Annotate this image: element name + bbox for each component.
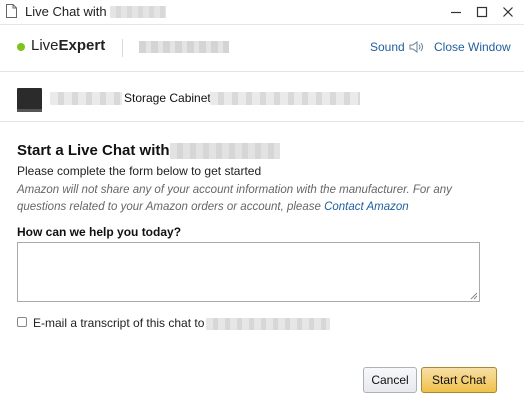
form-heading: Start a Live Chat with bbox=[17, 142, 170, 159]
close-icon bbox=[503, 7, 513, 17]
privacy-disclaimer: Amazon will not share any of your accoun… bbox=[17, 182, 497, 216]
question-label: How can we help you today? bbox=[17, 225, 182, 239]
brand-logo: LiveExpert bbox=[31, 37, 105, 54]
close-window-link[interactable]: Close Window bbox=[434, 40, 511, 54]
window-title: Live Chat with bbox=[25, 4, 107, 19]
close-button[interactable] bbox=[498, 2, 518, 22]
resize-grip-icon[interactable] bbox=[470, 292, 478, 300]
product-thumbnail bbox=[17, 88, 42, 112]
maximize-button[interactable] bbox=[472, 2, 492, 22]
form-subheading: Please complete the form below to get st… bbox=[17, 164, 262, 178]
redacted-product-prefix bbox=[50, 92, 122, 105]
maximize-icon bbox=[476, 6, 488, 18]
brand-bold: Expert bbox=[58, 37, 106, 54]
redacted-expert-label bbox=[139, 41, 229, 53]
redacted-product-suffix bbox=[210, 92, 360, 105]
speaker-icon[interactable] bbox=[409, 40, 425, 54]
product-name: Storage Cabinet bbox=[124, 91, 211, 105]
header-bar: LiveExpert Sound Close Window bbox=[0, 25, 524, 72]
redacted-heading-name bbox=[170, 143, 280, 159]
status-dot-icon bbox=[17, 43, 25, 51]
email-transcript-label: E-mail a transcript of this chat to bbox=[33, 316, 205, 330]
contact-amazon-link[interactable]: Contact Amazon bbox=[324, 201, 409, 213]
brand-light: Live bbox=[31, 37, 59, 54]
redacted-email bbox=[206, 318, 330, 330]
redacted-expert-name bbox=[110, 6, 166, 18]
minimize-icon bbox=[451, 11, 461, 14]
email-transcript-checkbox[interactable] bbox=[17, 317, 27, 327]
divider bbox=[122, 39, 123, 57]
cancel-button[interactable]: Cancel bbox=[363, 367, 417, 393]
sound-link[interactable]: Sound bbox=[370, 40, 405, 54]
question-textarea[interactable] bbox=[17, 242, 480, 302]
minimize-button[interactable] bbox=[446, 2, 466, 22]
document-icon bbox=[6, 4, 17, 18]
window-titlebar: Live Chat with bbox=[0, 0, 524, 25]
product-row: Storage Cabinet bbox=[0, 72, 524, 122]
start-chat-button[interactable]: Start Chat bbox=[421, 367, 497, 393]
